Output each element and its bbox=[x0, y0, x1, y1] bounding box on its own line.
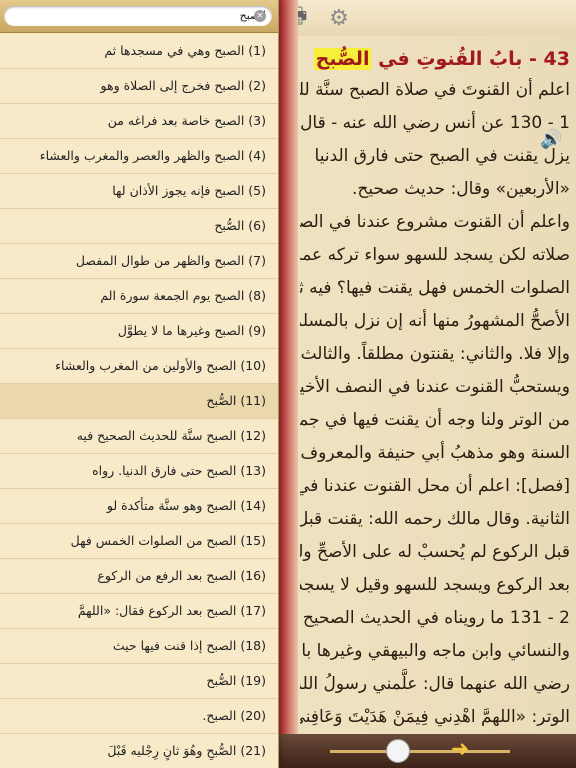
result-row[interactable]: (17) الصبح بعد الركوع فقال: «اللهمَّ bbox=[0, 594, 278, 629]
search-input[interactable]: الصبح bbox=[4, 6, 272, 26]
result-label: (8) الصبح يوم الجمعة سورة الم bbox=[100, 288, 266, 303]
result-label: (15) الصبح من الصلوات الخمس فهل bbox=[70, 533, 266, 548]
result-label: (5) الصبح فإنه يجوز الأذان لها bbox=[112, 183, 266, 198]
book-spine bbox=[276, 0, 298, 768]
result-label: (19) الصُّبح bbox=[206, 673, 266, 688]
results-list: (1) الصبح وهي في مسجدها ثم (2) الصبح فخرج… bbox=[0, 34, 278, 768]
book-line: [فصل]: اعلم أن محل القنوت عندنا في الصبح bbox=[300, 476, 570, 496]
result-label: (1) الصبح وهي في مسجدها ثم bbox=[104, 43, 266, 58]
result-row[interactable]: (10) الصبح والأولين من المغرب والعشاء bbox=[0, 349, 278, 384]
chapter-heading: 43 - بابُ القُنوتِ في الصُّبح bbox=[313, 48, 570, 70]
book-line: الثانية. وقال مالك رحمه الله: يقنت قبل ا… bbox=[300, 509, 570, 529]
result-label: (12) الصبح سنَّة للحديث الصحيح فيه bbox=[76, 428, 266, 443]
result-label: (17) الصبح بعد الركوع فقال: «اللهمَّ bbox=[77, 603, 266, 618]
result-label: (2) الصبح فخرج إلى الصلاة وهو bbox=[100, 78, 266, 93]
book-text: 43 - بابُ القُنوتِ في الصُّبح اعلم أن ال… bbox=[300, 44, 570, 734]
result-label: (20) الصبح. bbox=[202, 708, 266, 723]
result-row[interactable]: (9) الصبح وغيرها ما لا يطوَّل bbox=[0, 314, 278, 349]
result-label: (11) الصُّبح bbox=[206, 393, 266, 408]
result-label: (16) الصبح بعد الرفع من الركوع bbox=[97, 568, 266, 583]
book-line: الأصحُّ المشهورُ منها أنه إن نزل بالمسلم… bbox=[300, 311, 570, 331]
search-bar: الصبح × bbox=[0, 0, 278, 33]
book-line: اعلم أن القنوتَ في صلاة الصبح سنَّة للحد… bbox=[300, 80, 570, 100]
result-label: (10) الصبح والأولين من المغرب والعشاء bbox=[55, 358, 266, 373]
result-row[interactable]: (5) الصبح فإنه يجوز الأذان لها bbox=[0, 174, 278, 209]
result-row[interactable]: (1) الصبح وهي في مسجدها ثم bbox=[0, 34, 278, 69]
book-line: بعد الركوع ويسجد للسهو وقيل لا يسجد bbox=[300, 575, 570, 595]
book-line: واعلم أن القنوت مشروع عندنا في الصبح bbox=[300, 212, 570, 232]
page-slider-track[interactable] bbox=[330, 750, 510, 753]
result-row[interactable]: (3) الصبح خاصة بعد فراغه من bbox=[0, 104, 278, 139]
result-row[interactable]: (14) الصبح وهو سنَّة متأكدة لو bbox=[0, 489, 278, 524]
book-line: السنة وهو مذهبُ أبي حنيفة والمعروف من bbox=[300, 443, 570, 463]
result-row[interactable]: (4) الصبح والظهر والعصر والمغرب والعشاء bbox=[0, 139, 278, 174]
clear-search-icon[interactable]: × bbox=[254, 10, 266, 22]
result-row[interactable]: (8) الصبح يوم الجمعة سورة الم bbox=[0, 279, 278, 314]
result-row[interactable]: (11) الصُّبح bbox=[0, 384, 278, 419]
result-row[interactable]: (15) الصبح من الصلوات الخمس فهل bbox=[0, 524, 278, 559]
book-line: وإلا فلا. والثاني: يقنتون مطلقاً. والثال… bbox=[300, 344, 570, 364]
page-slider-thumb[interactable] bbox=[386, 739, 410, 763]
result-row[interactable]: (12) الصبح سنَّة للحديث الصحيح فيه bbox=[0, 419, 278, 454]
result-row[interactable]: (16) الصبح بعد الرفع من الركوع bbox=[0, 559, 278, 594]
book-line: 1 - 130 عن أنس رضي الله عنه - قال bbox=[300, 113, 570, 133]
result-row[interactable]: (13) الصبح حتى فارق الدنيا. رواه bbox=[0, 454, 278, 489]
book-line: الوتر: «اللهمَّ اهْدِني فِيمَنْ هَدَيْتَ… bbox=[300, 707, 570, 727]
gear-icon[interactable]: ⚙ bbox=[325, 4, 353, 32]
speaker-icon[interactable]: 🔊 bbox=[540, 129, 562, 151]
book-line: الصلوات الخمس فهل يقنت فيها؟ فيه ثلاثة bbox=[300, 278, 570, 298]
book-line: رضي الله عنهما قال: علَّمني رسولُ الله ﷺ bbox=[300, 674, 570, 694]
result-label: (14) الصبح وهو سنَّة متأكدة لو bbox=[106, 498, 266, 513]
result-row[interactable]: (6) الصُّبح bbox=[0, 209, 278, 244]
book-line: قبل الركوع لم يُحسبْ له على الأصحِّ ولنا bbox=[300, 542, 570, 562]
result-label: (4) الصبح والظهر والعصر والمغرب والعشاء bbox=[39, 148, 266, 163]
result-label: (9) الصبح وغيرها ما لا يطوَّل bbox=[117, 323, 266, 338]
book-line: صلاته لكن يسجد للسهو سواء تركه عمداً bbox=[300, 245, 570, 265]
search-highlight: الصُّبح bbox=[313, 48, 372, 70]
book-line: 2 - 131 ما رويناه في الحديث الصحيح bbox=[302, 608, 570, 628]
book-line: والنسائي وابن ماجه والبيهقي وغيرها بالإس… bbox=[300, 641, 570, 661]
result-row[interactable]: (19) الصُّبح bbox=[0, 664, 278, 699]
result-row[interactable]: (20) الصبح. bbox=[0, 699, 278, 734]
book-line: يزل يقنت في الصبح حتى فارق الدنيا bbox=[314, 146, 570, 166]
result-row[interactable]: (21) الصُّبحِ وهُوَ ثانٍ رِجْليه قَبْلَ bbox=[0, 734, 278, 768]
result-label: (18) الصبح إذا قنت فيها حيث bbox=[112, 638, 266, 653]
result-label: (3) الصبح خاصة بعد فراغه من bbox=[107, 113, 266, 128]
result-label: (21) الصُّبحِ وهُوَ ثانٍ رِجْليه قَبْلَ bbox=[107, 743, 266, 758]
result-label: (7) الصبح والظهر من طوال المفصل bbox=[75, 253, 266, 268]
search-results-panel: الصبح × (1) الصبح وهي في مسجدها ثم (2) ال… bbox=[0, 0, 279, 768]
result-row[interactable]: (2) الصبح فخرج إلى الصلاة وهو bbox=[0, 69, 278, 104]
result-row[interactable]: (18) الصبح إذا قنت فيها حيث bbox=[0, 629, 278, 664]
result-label: (13) الصبح حتى فارق الدنيا. رواه bbox=[92, 463, 266, 478]
book-line: «الأربعين» وقال: حديث صحيح. bbox=[351, 179, 570, 199]
book-line: من الوتر ولنا وجه أن يقنت فيها في جميع bbox=[300, 410, 570, 430]
book-line: ويستحبُّ القنوت عندنا في النصف الأخير bbox=[300, 377, 570, 397]
arrow-right-icon[interactable]: ➜ bbox=[446, 738, 474, 762]
result-row[interactable]: (7) الصبح والظهر من طوال المفصل bbox=[0, 244, 278, 279]
result-label: (6) الصُّبح bbox=[214, 218, 266, 233]
